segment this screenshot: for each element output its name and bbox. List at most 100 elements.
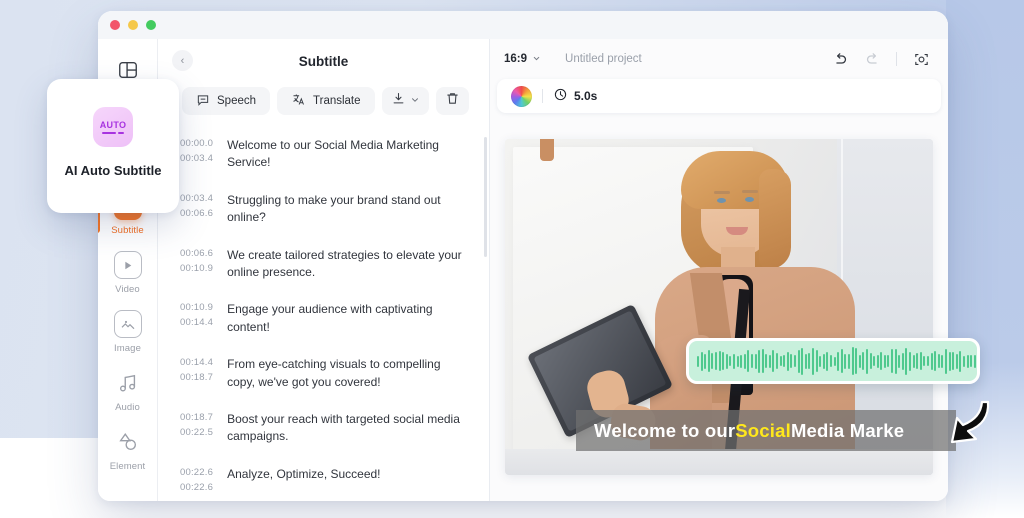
duration-control[interactable]: 5.0s	[553, 87, 597, 105]
subtitle-text[interactable]: Engage your audience with captivating co…	[227, 301, 465, 336]
list-item[interactable]: 00:00.0 00:03.4 Welcome to our Social Me…	[158, 127, 490, 182]
waveform-bar	[776, 353, 779, 369]
subtitle-text[interactable]: We create tailored strategies to elevate…	[227, 247, 465, 282]
photo-person-hair-side	[759, 169, 791, 269]
waveform-bar	[876, 354, 879, 368]
subtitle-panel: ‹ Subtitle Speech Translate 00:00.0 00:0…	[158, 39, 490, 501]
waveform-bar	[750, 354, 753, 368]
list-item[interactable]: 00:06.6 00:10.9 We create tailored strat…	[158, 237, 490, 292]
delete-button[interactable]	[435, 87, 469, 115]
chevron-down-icon	[410, 92, 420, 110]
clock-icon	[553, 87, 568, 105]
waveform-bar	[973, 354, 976, 368]
sidebar-item-audio[interactable]: Audio	[98, 360, 157, 419]
waveform-bar	[901, 352, 904, 370]
subtitle-timecodes: 00:18.7 00:22.5	[180, 411, 213, 446]
subtitle-list-scrollbar[interactable]	[484, 137, 487, 257]
subtitle-start-time: 00:00.0	[180, 138, 214, 149]
aspect-ratio-selector[interactable]: 16:9	[504, 53, 541, 65]
screenshot-stage: Subtitle Video Image Audio Element ‹ Sub…	[0, 0, 1024, 518]
style-toolbar: 5.0s	[497, 79, 941, 113]
subtitle-text[interactable]: Struggling to make your brand stand out …	[227, 192, 465, 227]
photo-person-eye-right	[745, 197, 754, 202]
color-wheel-icon[interactable]	[511, 85, 532, 107]
subtitle-list[interactable]: 00:00.0 00:03.4 Welcome to our Social Me…	[158, 127, 490, 501]
waveform-bar	[700, 351, 703, 371]
auto-badge-icon: AUTO	[93, 107, 133, 147]
waveform-bar	[797, 349, 800, 373]
close-window-button[interactable]	[110, 20, 120, 30]
subtitle-end-time: 00:03.4	[180, 153, 214, 164]
maximize-window-button[interactable]	[146, 20, 156, 30]
waveform-bar	[833, 356, 836, 366]
caption-overlay[interactable]: Welcome to our Social Media Marke	[576, 410, 956, 451]
sidebar-item-element[interactable]: Element	[98, 419, 157, 478]
waveform-bar	[722, 352, 725, 370]
minimize-window-button[interactable]	[128, 20, 138, 30]
waveform-bar	[970, 355, 973, 367]
preview-toolbar: 16:9 Untitled project	[490, 39, 948, 79]
photo-desk	[505, 449, 933, 475]
translate-button-label: Translate	[313, 95, 361, 107]
waveform-bar	[768, 354, 771, 368]
subtitle-text[interactable]: From eye-catching visuals to compelling …	[227, 356, 465, 391]
waveform-bar	[740, 354, 743, 368]
waveform-bar	[862, 352, 865, 370]
waveform-bar	[840, 349, 843, 373]
arrow-cursor-down-left	[948, 398, 994, 450]
list-item[interactable]: 00:22.6 00:22.6 Analyze, Optimize, Succe…	[158, 456, 490, 501]
subtitle-panel-header: ‹ Subtitle	[158, 39, 489, 83]
waveform-bar	[955, 353, 958, 369]
aspect-ratio-value: 16:9	[504, 53, 528, 65]
waveform-bar	[916, 353, 919, 369]
subtitle-start-time: 00:18.7	[180, 411, 214, 423]
video-play-icon	[113, 251, 142, 279]
waveform-bar	[725, 353, 728, 369]
translate-button[interactable]: Translate	[277, 87, 375, 115]
ai-auto-subtitle-card[interactable]: AUTO AI Auto Subtitle	[47, 79, 179, 213]
list-item[interactable]: 00:10.9 00:14.4 Engage your audience wit…	[158, 291, 490, 346]
list-item[interactable]: 00:18.7 00:22.5 Boost your reach with ta…	[158, 401, 490, 456]
waveform-bar	[891, 349, 894, 373]
waveform-bar	[962, 355, 965, 367]
subtitle-text[interactable]: Analyze, Optimize, Succeed!	[227, 466, 380, 493]
subtitle-text[interactable]: Welcome to our Social Media Marketing Se…	[227, 137, 465, 172]
subtitle-end-time: 00:10.9	[180, 262, 214, 274]
waveform-bar	[837, 351, 840, 371]
speech-bubble-icon	[196, 93, 210, 110]
redo-icon[interactable]	[861, 48, 883, 70]
speech-button[interactable]: Speech	[182, 87, 271, 115]
list-item[interactable]: 00:03.4 00:06.6 Struggling to make your …	[158, 182, 490, 237]
sidebar-item-image[interactable]: Image	[98, 301, 157, 360]
waveform-bar	[937, 354, 940, 368]
waveform-bar	[912, 354, 915, 368]
sidebar-item-label: Image	[114, 343, 141, 354]
waveform-bar	[894, 348, 897, 374]
waveform-bar	[822, 353, 825, 369]
waveform-bar	[847, 353, 850, 369]
chevron-left-icon[interactable]: ‹	[172, 50, 193, 71]
download-button[interactable]	[381, 87, 429, 115]
audio-waveform[interactable]	[686, 338, 980, 384]
waveform-bar	[826, 351, 829, 371]
waveform-bar	[944, 348, 947, 374]
sidebar-item-label: Audio	[115, 402, 140, 413]
subtitle-text[interactable]: Boost your reach with targeted social me…	[227, 411, 465, 446]
focus-frame-icon[interactable]	[910, 48, 932, 70]
sidebar-item-video[interactable]: Video	[98, 242, 157, 301]
project-name[interactable]: Untitled project	[565, 53, 642, 65]
caption-text-before: Welcome to our	[594, 419, 736, 441]
trash-icon	[445, 91, 460, 111]
photo-person-brow-left	[714, 191, 730, 194]
window-titlebar	[98, 11, 948, 39]
waveform-bar	[765, 354, 768, 368]
undo-icon[interactable]	[829, 48, 851, 70]
waveform-bar	[934, 351, 937, 371]
waveform-bar	[729, 356, 732, 366]
speech-button-label: Speech	[217, 95, 257, 107]
list-item[interactable]: 00:14.4 00:18.7 From eye-catching visual…	[158, 346, 490, 401]
auto-badge-lines	[102, 131, 124, 135]
photo-person-eye-left	[717, 198, 726, 203]
waveform-bar	[754, 353, 757, 369]
waveform-bar	[736, 355, 739, 367]
